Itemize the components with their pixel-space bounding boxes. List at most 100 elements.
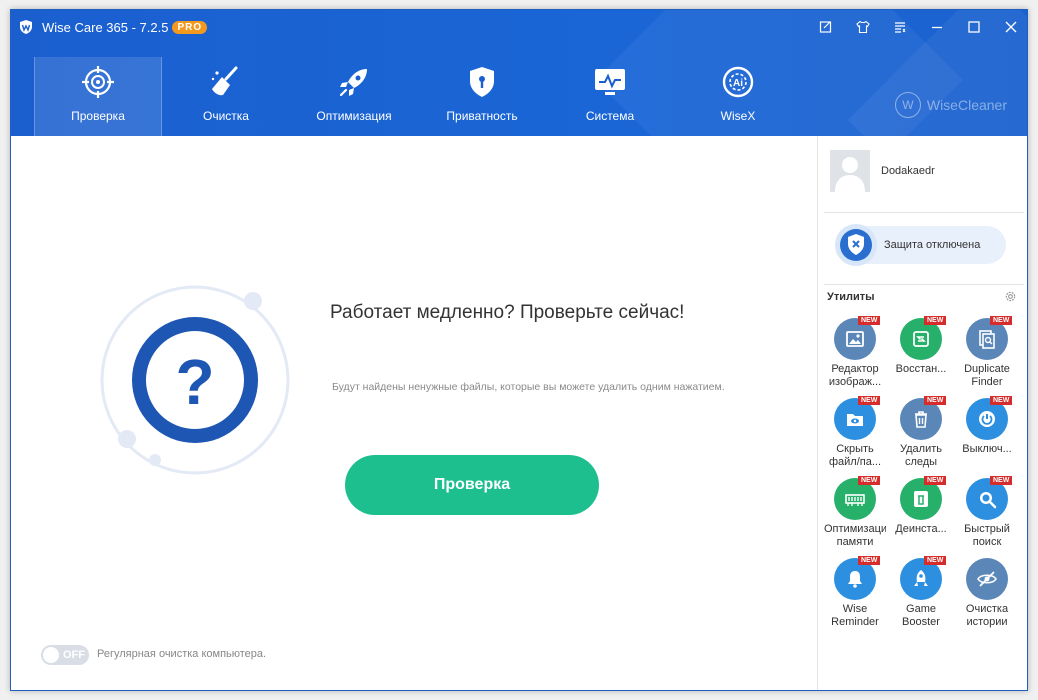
scan-button[interactable]: Проверка bbox=[345, 455, 599, 515]
utility-label: Выключ... bbox=[962, 443, 1012, 455]
crosshair-icon bbox=[82, 66, 114, 98]
utility-label: Оптимизаци памяти bbox=[824, 523, 886, 548]
new-badge: NEW bbox=[858, 396, 881, 405]
headline: Работает медленно? Проверьте сейчас! bbox=[330, 302, 685, 323]
gear-icon[interactable] bbox=[1004, 290, 1017, 303]
tab-system[interactable]: Система bbox=[546, 57, 674, 136]
utility-search[interactable]: NEW Быстрый поиск bbox=[954, 476, 1020, 558]
utility-label: Восстан... bbox=[895, 363, 947, 375]
utility-game-rocket[interactable]: NEW Game Booster bbox=[888, 556, 954, 638]
utility-label: Duplicate Finder bbox=[964, 363, 1010, 388]
duplicate-finder-icon bbox=[979, 330, 995, 349]
tshirt-icon bbox=[855, 20, 870, 34]
maximize-button[interactable] bbox=[955, 10, 992, 44]
tab-scan-label: Проверка bbox=[71, 109, 125, 123]
app-logo-icon bbox=[20, 20, 32, 34]
menu-button[interactable] bbox=[881, 10, 918, 44]
minimize-icon bbox=[931, 26, 942, 29]
brand-text: WiseCleaner bbox=[926, 97, 1007, 113]
utility-image-editor[interactable]: NEW Редактор изображ... bbox=[822, 316, 888, 398]
window-controls bbox=[807, 10, 1027, 44]
feedback-button[interactable] bbox=[807, 10, 844, 44]
subtext: Будут найдены ненужные файлы, которые вы… bbox=[332, 381, 725, 393]
main-nav: Проверка Очистка Оптимизация Приватность… bbox=[34, 57, 802, 136]
wisecleaner-logo-icon: W bbox=[894, 92, 921, 118]
sidebar: Dodakaedr Защита отключена Утилиты NEW Ре… bbox=[817, 136, 1027, 690]
bell-icon bbox=[848, 571, 862, 588]
utility-uninstall[interactable]: NEW Деинста... bbox=[888, 476, 954, 558]
tab-system-label: Система bbox=[585, 109, 635, 123]
utility-label: Game Booster bbox=[902, 603, 940, 628]
new-badge: NEW bbox=[990, 396, 1013, 405]
toggle-state: OFF bbox=[63, 649, 85, 661]
user-silhouette-icon bbox=[830, 150, 870, 192]
memory-icon bbox=[845, 494, 865, 506]
maximize-icon bbox=[967, 21, 980, 33]
new-badge: NEW bbox=[858, 556, 881, 565]
titlebar: Wise Care 365 - 7.2.5 PRO bbox=[11, 10, 1027, 44]
new-badge: NEW bbox=[924, 476, 947, 485]
rocket-icon bbox=[339, 69, 367, 97]
eye-slash-icon bbox=[977, 571, 997, 587]
user-name: Dodakaedr bbox=[881, 165, 935, 177]
auto-clean-toggle[interactable]: OFF bbox=[41, 645, 89, 665]
new-badge: NEW bbox=[924, 396, 947, 405]
uninstall-icon bbox=[914, 491, 928, 507]
utility-duplicate-finder[interactable]: NEW Duplicate Finder bbox=[954, 316, 1020, 398]
pro-badge: PRO bbox=[172, 20, 208, 34]
skin-button[interactable] bbox=[844, 10, 881, 44]
shield-disabled-icon bbox=[835, 224, 877, 266]
restore-icon bbox=[913, 331, 929, 347]
scan-question-graphic: ? bbox=[100, 285, 290, 475]
new-badge: NEW bbox=[858, 316, 881, 325]
protection-status-text: Защита отключена bbox=[884, 239, 981, 251]
svg-text:Ai: Ai bbox=[733, 78, 743, 89]
utility-label: Редактор изображ... bbox=[828, 363, 882, 388]
wisecleaner-brand[interactable]: W WiseCleaner bbox=[894, 92, 1007, 118]
tab-optimize[interactable]: Оптимизация bbox=[290, 57, 418, 136]
ai-icon: Ai bbox=[722, 66, 754, 98]
trash-icon bbox=[915, 411, 927, 428]
protection-status[interactable]: Защита отключена bbox=[835, 224, 1006, 266]
utility-restore[interactable]: NEW Восстан... bbox=[888, 316, 954, 398]
tab-scan[interactable]: Проверка bbox=[34, 57, 162, 136]
new-badge: NEW bbox=[858, 476, 881, 485]
utility-icon-circle bbox=[966, 558, 1008, 600]
utilities-grid: NEW Редактор изображ... NEW Восстан... NEW Du… bbox=[822, 316, 1022, 638]
toggle-knob bbox=[43, 647, 59, 663]
utility-label: Очистка истории bbox=[965, 603, 1009, 628]
app-window: Wise Care 365 - 7.2.5 PRO Проверка Очист… bbox=[10, 9, 1028, 691]
close-button[interactable] bbox=[992, 10, 1027, 44]
utilities-title: Утилиты bbox=[827, 291, 875, 303]
new-badge: NEW bbox=[924, 316, 947, 325]
broom-icon bbox=[211, 66, 238, 96]
utility-label: Деинста... bbox=[895, 523, 947, 535]
auto-clean-label: Регулярная очистка компьютера. bbox=[97, 648, 267, 660]
tab-privacy-label: Приватность bbox=[446, 109, 518, 123]
utility-power[interactable]: NEW Выключ... bbox=[954, 396, 1020, 478]
tab-clean[interactable]: Очистка bbox=[162, 57, 290, 136]
utility-memory[interactable]: NEW Оптимизаци памяти bbox=[822, 476, 888, 558]
user-account[interactable]: Dodakaedr bbox=[830, 150, 935, 192]
tab-wisex-label: WiseX bbox=[720, 109, 756, 123]
shield-lock-icon bbox=[470, 67, 494, 97]
monitor-icon bbox=[595, 69, 625, 95]
game-rocket-icon bbox=[914, 570, 928, 586]
search-icon bbox=[980, 492, 997, 509]
close-icon bbox=[1005, 21, 1016, 33]
utility-hide-folder[interactable]: NEW Скрыть файл/па... bbox=[822, 396, 888, 478]
header: Wise Care 365 - 7.2.5 PRO Проверка Очист… bbox=[11, 10, 1027, 136]
utility-label: Wise Reminder bbox=[831, 603, 879, 628]
image-editor-icon bbox=[846, 331, 864, 347]
utility-label: Быстрый поиск bbox=[964, 523, 1010, 548]
utility-eye-slash[interactable]: Очистка истории bbox=[954, 558, 1020, 638]
tab-privacy[interactable]: Приватность bbox=[418, 57, 546, 136]
utility-label: Скрыть файл/па... bbox=[828, 443, 882, 468]
utility-label: Удалить следы bbox=[900, 443, 942, 468]
tab-wisex[interactable]: Ai WiseX bbox=[674, 57, 802, 136]
new-badge: NEW bbox=[990, 316, 1013, 325]
minimize-button[interactable] bbox=[918, 10, 955, 44]
utility-bell[interactable]: NEW Wise Reminder bbox=[822, 556, 888, 638]
app-title: Wise Care 365 - 7.2.5 bbox=[42, 19, 169, 35]
utility-trash[interactable]: NEW Удалить следы bbox=[888, 396, 954, 478]
